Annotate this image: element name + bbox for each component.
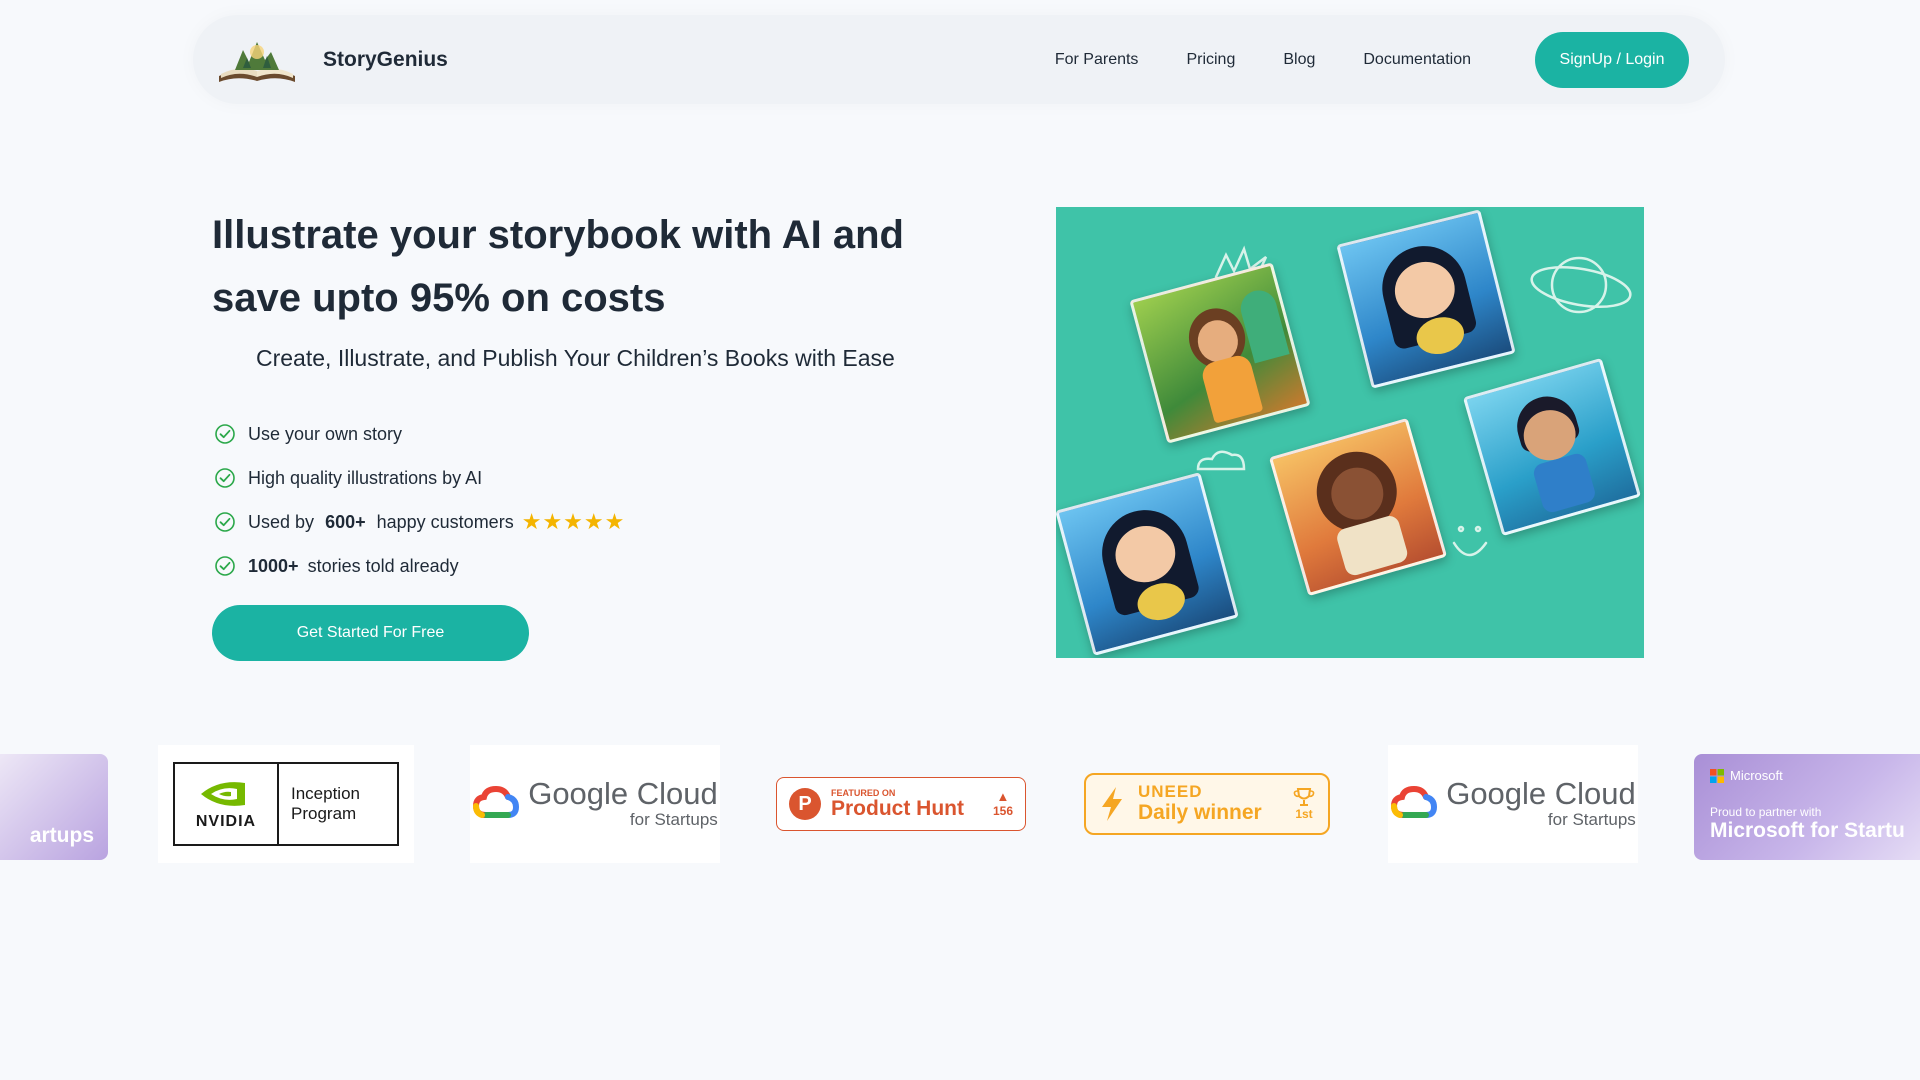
open-book-logo-icon (219, 41, 295, 82)
nvidia-inception-frame: NVIDIA Inception Program (173, 762, 399, 846)
star-icon: ★ (604, 509, 625, 534)
microsoft-brand: Microsoft (1730, 768, 1783, 783)
feature-text: happy customers (376, 511, 514, 532)
feature-text: stories told already (307, 555, 459, 576)
uneed-rank: 1st (1292, 787, 1316, 821)
inception-text: Inception Program (279, 764, 397, 844)
hero-storybook-collage (1056, 207, 1644, 658)
product-hunt-votes: ▲ 156 (992, 789, 1013, 819)
feature-text: High quality illustrations by AI (248, 467, 483, 488)
feature-text: Use your own story (248, 423, 403, 444)
google-cloud-name: Google Cloud (1446, 776, 1636, 811)
product-hunt-icon: P (789, 788, 821, 820)
nvidia-inception-badge[interactable]: NVIDIA Inception Program (158, 745, 414, 863)
feature-list: Use your own story High quality illustra… (214, 412, 624, 588)
google-cloud-text: Google Cloud for Startups (1446, 778, 1636, 830)
top-navbar: StoryGenius For Parents Pricing Blog Doc… (193, 15, 1725, 104)
microsoft-startups-badge[interactable]: Microsoft Proud to partner with Microsof… (1694, 754, 1920, 860)
uneed-text: UNEED Daily winner (1138, 783, 1262, 825)
stories-count: 1000+ (248, 555, 299, 576)
upvote-triangle-icon: ▲ (996, 789, 1010, 804)
get-started-button[interactable]: Get Started For Free (212, 605, 529, 661)
nvidia-mark: NVIDIA (175, 764, 279, 844)
customer-count: 600+ (325, 511, 366, 532)
nvidia-eye-icon (199, 777, 253, 811)
google-cloud-text: Google Cloud for Startups (528, 778, 718, 830)
google-cloud-sub: for Startups (629, 810, 718, 829)
star-icon: ★ (583, 509, 604, 534)
microsoft-line2: Microsoft for Startu (1710, 819, 1905, 842)
google-cloud-icon (473, 785, 520, 818)
google-cloud-name: Google Cloud (528, 776, 718, 811)
check-circle-icon (215, 556, 235, 576)
vote-count: 156 (992, 804, 1013, 818)
nav-links: For Parents Pricing Blog Documentation (1055, 51, 1471, 69)
microsoft-badge-text: Microsoft Proud to partner with Microsof… (1710, 768, 1905, 843)
google-cloud-icon (1391, 785, 1438, 818)
feature-prefix: Used by (248, 511, 315, 532)
uneed-rank-text: 1st (1295, 807, 1313, 821)
star-icon: ★ (521, 509, 542, 534)
nav-link-blog[interactable]: Blog (1283, 51, 1315, 69)
google-cloud-sub: for Startups (1547, 810, 1636, 829)
signup-login-button[interactable]: SignUp / Login (1535, 31, 1689, 88)
trophy-icon (1293, 788, 1315, 806)
uneed-label: Daily winner (1138, 801, 1262, 824)
star-icon: ★ (542, 509, 563, 534)
star-icon: ★ (563, 509, 583, 534)
hero-subtitle: Create, Illustrate, and Publish Your Chi… (256, 345, 895, 371)
inception-line1: Inception (291, 784, 360, 803)
uneed-brand: UNEED (1138, 782, 1203, 801)
product-hunt-name: Product Hunt (831, 797, 964, 820)
nvidia-brand: NVIDIA (195, 813, 257, 830)
check-circle-icon (215, 424, 235, 444)
uneed-daily-winner-badge[interactable]: UNEED Daily winner 1st (1084, 745, 1330, 863)
microsoft-logo-icon (1710, 768, 1724, 783)
google-cloud-startups-badge-2[interactable]: Google Cloud for Startups (1388, 745, 1638, 863)
product-hunt-badge[interactable]: P FEATURED ON Product Hunt ▲ 156 (776, 745, 1026, 863)
product-hunt-frame: P FEATURED ON Product Hunt ▲ 156 (776, 777, 1026, 831)
feature-item: 1000+ stories told already (214, 544, 624, 588)
inception-line2: Program (291, 804, 357, 823)
nav-link-pricing[interactable]: Pricing (1186, 51, 1235, 69)
feature-item: Used by 600+ happy customers ★ ★ ★ ★ ★ (214, 500, 624, 544)
check-circle-icon (215, 468, 235, 488)
check-circle-icon (215, 512, 235, 532)
microsoft-startups-badge-partial[interactable]: artups (0, 754, 108, 860)
feature-item: Use your own story (214, 412, 624, 456)
nav-link-for-parents[interactable]: For Parents (1055, 51, 1139, 69)
microsoft-line1: Proud to partner with (1710, 805, 1822, 819)
brand[interactable]: StoryGenius (213, 32, 448, 88)
nav-link-documentation[interactable]: Documentation (1363, 51, 1471, 69)
uneed-frame: UNEED Daily winner 1st (1084, 773, 1330, 835)
brand-name: StoryGenius (323, 47, 448, 71)
hero-title: Illustrate your storybook with AI and sa… (212, 213, 904, 320)
lightning-bolt-icon (1102, 787, 1122, 821)
feature-item: High quality illustrations by AI (214, 456, 624, 500)
product-hunt-text: FEATURED ON Product Hunt (831, 788, 964, 820)
microsoft-partial-text: artups (29, 824, 94, 847)
google-cloud-startups-badge[interactable]: Google Cloud for Startups (470, 745, 720, 863)
five-star-rating: ★ ★ ★ ★ ★ (522, 511, 625, 533)
microsoft-brand-row: Microsoft (1710, 768, 1905, 783)
